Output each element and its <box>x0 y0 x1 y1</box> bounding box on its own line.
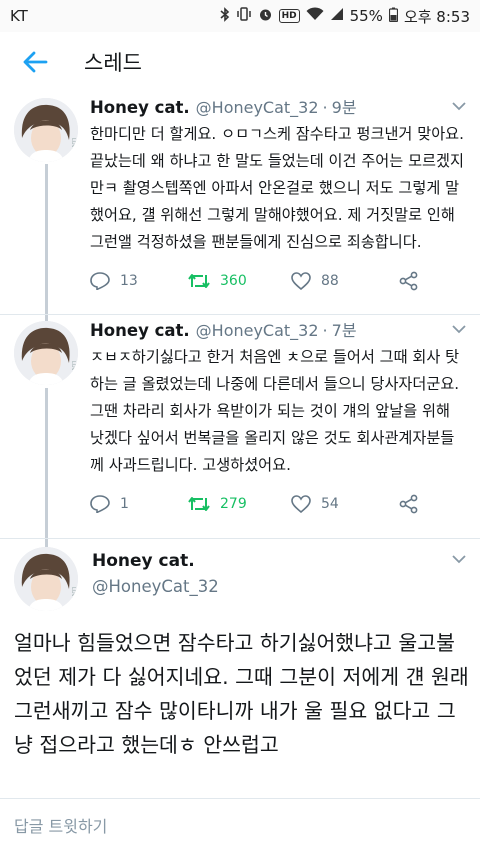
chevron-down-icon[interactable] <box>452 323 466 337</box>
avatar-image: LOVE <box>14 321 78 385</box>
svg-text:LOVE: LOVE <box>70 361 76 374</box>
display-name[interactable]: Honey cat. <box>90 321 190 340</box>
tweet-header: Honey cat. @HoneyCat_32 · 9분 <box>90 92 464 118</box>
wifi-icon <box>306 7 324 25</box>
svg-text:LOVE: LOVE <box>70 587 76 600</box>
retweet-button[interactable]: 360 <box>188 273 291 289</box>
handle[interactable]: @HoneyCat_32 <box>196 98 319 117</box>
heart-icon <box>291 495 311 513</box>
tweet[interactable]: LOVE Honey cat. @HoneyCat_32 · 9분 한마디만 더… <box>0 92 480 314</box>
dot-separator: · <box>322 98 328 117</box>
tweet-header: Honey cat. @HoneyCat_32 · 7분 <box>90 315 464 341</box>
avatar-image: LOVE <box>14 98 78 162</box>
like-button[interactable]: 54 <box>291 495 399 513</box>
handle[interactable]: @HoneyCat_32 <box>196 321 319 340</box>
avatar[interactable]: LOVE <box>14 321 78 385</box>
tweet-actions: 13 360 88 <box>90 268 464 294</box>
share-button[interactable] <box>399 271 419 291</box>
retweet-icon <box>188 497 210 511</box>
tweet[interactable]: LOVE Honey cat. @HoneyCat_32 · 7분 ㅈㅂㅈ하기싫… <box>0 315 480 539</box>
tweet-actions: 1 279 54 <box>90 491 464 517</box>
battery-percent: 55% <box>349 7 383 25</box>
share-icon <box>399 494 418 514</box>
svg-text:LOVE: LOVE <box>70 138 76 151</box>
avatar-image: LOVE <box>14 547 78 611</box>
avatar[interactable]: LOVE <box>14 547 78 611</box>
display-name[interactable]: Honey cat. <box>90 98 190 117</box>
reply-button[interactable]: 13 <box>90 272 188 290</box>
display-name[interactable]: Honey cat. <box>92 551 219 571</box>
back-arrow-icon <box>23 51 48 73</box>
reply-button[interactable]: 1 <box>90 495 188 513</box>
alarm-icon <box>258 7 273 26</box>
chevron-down-icon[interactable] <box>452 100 466 114</box>
handle[interactable]: @HoneyCat_32 <box>92 577 219 596</box>
retweet-count: 279 <box>220 496 247 512</box>
bluetooth-icon <box>220 6 230 26</box>
share-icon <box>399 271 418 291</box>
chevron-down-icon[interactable] <box>452 553 466 567</box>
tweet-text: 한마디만 더 할게요. ㅇㅁㄱ스케 잠수타고 펑크낸거 맞아요. 끝났는데 왜 … <box>90 125 464 251</box>
tweet-text: ㅈㅂㅈ하기싫다고 한거 처음엔 ㅊ으로 들어서 그때 회사 탓하는 글 올렸었는… <box>90 348 460 474</box>
retweet-count: 360 <box>220 273 247 289</box>
timestamp[interactable]: 7분 <box>332 317 357 341</box>
page-title: 스레드 <box>84 51 142 75</box>
heart-icon <box>291 272 311 290</box>
like-count: 88 <box>321 273 339 289</box>
share-button[interactable] <box>399 494 419 514</box>
carrier-label: KT <box>10 7 28 25</box>
like-count: 54 <box>321 496 339 512</box>
app-header: 스레드 <box>0 32 480 92</box>
reply-icon <box>90 495 110 513</box>
vibrate-icon <box>236 7 252 25</box>
reply-bar <box>0 798 480 853</box>
battery-icon <box>388 7 399 26</box>
focused-tweet: LOVE Honey cat. @HoneyCat_32 <box>0 539 480 629</box>
timestamp[interactable]: 9분 <box>332 94 357 118</box>
retweet-button[interactable]: 279 <box>188 496 291 512</box>
dot-separator: · <box>322 321 328 340</box>
status-bar: KT HD 55% 오후 8:53 <box>0 0 480 32</box>
hd-icon: HD <box>278 9 300 23</box>
reply-count: 13 <box>120 273 138 289</box>
status-icons: HD 55% 오후 8:53 <box>220 6 470 27</box>
retweet-icon <box>188 274 210 288</box>
like-button[interactable]: 88 <box>291 272 399 290</box>
reply-input[interactable] <box>14 816 454 836</box>
signal-icon <box>330 7 344 25</box>
clock: 오후 8:53 <box>403 7 470 26</box>
back-button[interactable] <box>0 32 70 92</box>
reply-count: 1 <box>120 496 129 512</box>
avatar[interactable]: LOVE <box>14 98 78 162</box>
focused-tweet-text: 얼마나 힘들었으면 잠수타고 하기싫어했냐고 울고불었던 제가 다 싫어지네요.… <box>14 631 469 757</box>
focused-author[interactable]: Honey cat. @HoneyCat_32 <box>92 551 219 596</box>
reply-icon <box>90 272 110 290</box>
